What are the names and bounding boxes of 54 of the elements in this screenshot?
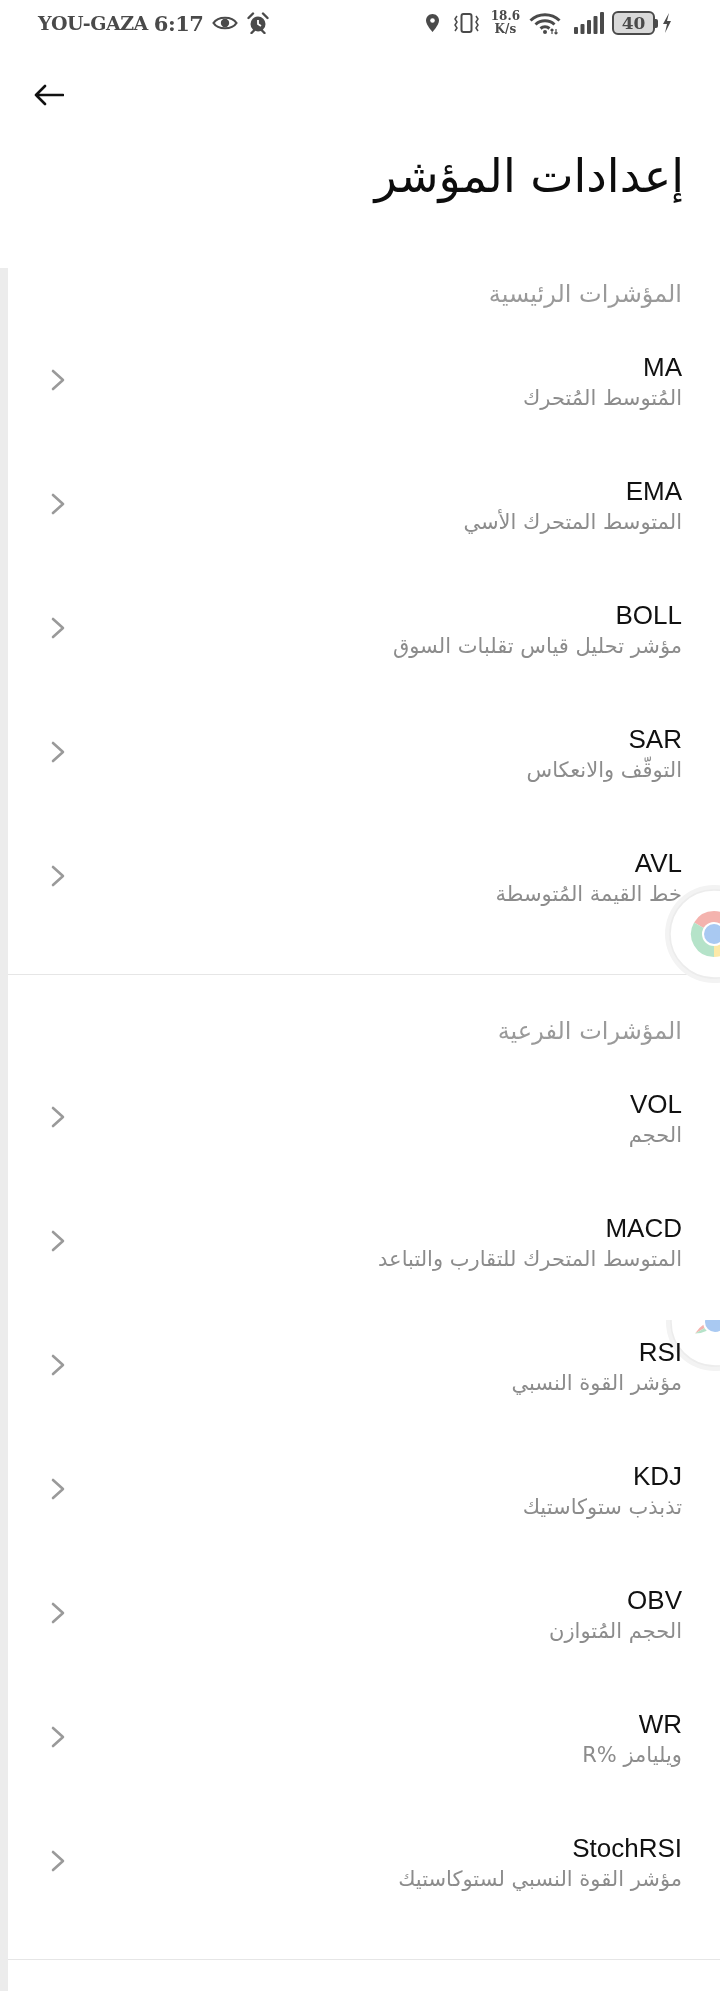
indicator-name[interactable]: RSI (638, 1336, 682, 1368)
indicator-description: مؤشر القوة النسبي (511, 1370, 682, 1397)
chevron-right-icon (50, 1725, 66, 1749)
chevron-right-icon (50, 864, 66, 888)
page-title: إعدادات المؤشر (374, 148, 684, 206)
chevron-right-icon (50, 1353, 66, 1377)
indicator-description: الحجم المُتوازن (549, 1618, 682, 1645)
indicator-name[interactable]: SAR (628, 723, 682, 755)
indicator-name[interactable]: WR (638, 1708, 682, 1740)
wifi-icon (528, 11, 562, 35)
chevron-right-icon (50, 616, 66, 640)
indicator-name[interactable]: MA (643, 351, 682, 383)
chevron-right-icon (50, 740, 66, 764)
section-title: المؤشرات الرئيسية (488, 279, 682, 310)
chevron-right-icon (50, 1849, 66, 1873)
chevron-right-icon (50, 1601, 66, 1625)
carrier-name: YOU-GAZA (38, 13, 148, 33)
indicator-description: الحجم (628, 1122, 682, 1149)
battery-tip-icon (655, 18, 658, 28)
battery-level: 40 (612, 11, 655, 35)
network-speed-unit: K/s (494, 23, 517, 36)
vibrate-icon (452, 13, 480, 33)
location-pin-icon (425, 14, 439, 32)
signal-bars-icon (574, 12, 604, 34)
chevron-right-icon (50, 1105, 66, 1129)
chevron-right-icon (50, 1477, 66, 1501)
back-arrow-icon (33, 84, 64, 106)
indicator-description: ويليامز %R (582, 1742, 682, 1769)
indicator-name[interactable]: OBV (627, 1584, 682, 1616)
indicator-description: تذبذب ستوكاستيك (522, 1494, 682, 1521)
indicator-name[interactable]: MACD (605, 1212, 682, 1244)
clock-time: 6:17 (153, 12, 204, 34)
indicator-description: المتوسط المتحرك للتقارب والتباعد (378, 1246, 682, 1273)
indicator-description: المتوسط المتحرك الأسي (463, 508, 682, 536)
indicator-name[interactable]: StochRSI (572, 1832, 682, 1864)
indicator-name[interactable]: EMA (625, 475, 682, 507)
section-title: المؤشرات الفرعية (497, 1016, 682, 1047)
indicator-name[interactable]: BOLL (615, 599, 682, 631)
indicator-name[interactable]: AVL (634, 847, 682, 879)
indicator-description: التوقّف والانعكاس (526, 755, 682, 784)
eye-icon (212, 15, 239, 31)
indicator-description: مؤشر القوة النسبي لستوكاستيك (398, 1866, 682, 1893)
indicator-name[interactable]: VOL (629, 1088, 682, 1120)
network-speed: 18.6 (490, 10, 520, 23)
indicator-description: خط القيمة المُتوسطة (495, 881, 682, 908)
chevron-right-icon (50, 1229, 66, 1253)
indicator-name[interactable]: KDJ (632, 1460, 682, 1492)
indicator-description: المُتوسط المُتحرك (523, 385, 682, 412)
chevron-right-icon (50, 368, 66, 392)
lightning-bolt-icon (662, 13, 672, 33)
back-button[interactable] (33, 84, 64, 106)
chevron-right-icon (50, 492, 66, 516)
alarm-clock-icon (247, 12, 270, 34)
indicator-description: مؤشر تحليل قياس تقلبات السوق (392, 633, 682, 660)
